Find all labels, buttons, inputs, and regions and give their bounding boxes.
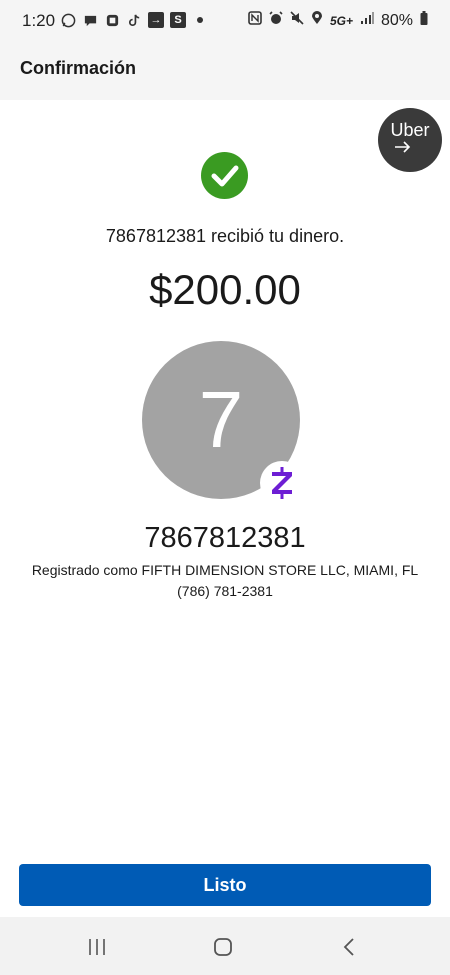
back-icon[interactable] — [334, 933, 364, 961]
status-bar: 1:20 → S 5G+ 80% — [0, 0, 450, 42]
zelle-icon — [260, 461, 304, 505]
recent-apps-icon[interactable] — [82, 933, 112, 961]
recipient-name: 7867812381 — [144, 522, 306, 554]
tiktok-icon — [126, 12, 142, 28]
home-icon[interactable] — [208, 933, 238, 961]
whatsapp-icon — [60, 12, 76, 28]
amount-sent: $200.00 — [149, 266, 301, 313]
mute-icon — [290, 11, 304, 30]
page-title: Confirmación — [20, 58, 137, 78]
s-box-icon: S — [170, 12, 186, 28]
dot-icon — [192, 12, 208, 28]
chat-icon — [82, 12, 98, 28]
signal-icon — [360, 11, 374, 30]
uber-button[interactable]: Uber — [378, 108, 442, 172]
recipient-phone: (786) 781-2381 — [177, 583, 273, 599]
battery-icon — [420, 11, 428, 30]
status-right: 5G+ 80% — [248, 11, 428, 30]
done-button[interactable]: Listo — [19, 864, 431, 906]
bank-icon — [104, 12, 120, 28]
confirmation-message: 7867812381 recibió tu dinero. — [105, 226, 345, 246]
uber-label: Uber — [390, 120, 430, 140]
status-time: 1:20 — [22, 11, 56, 30]
forward-box-icon: → — [148, 12, 164, 28]
battery-label: 80% — [380, 11, 413, 29]
location-icon — [311, 11, 323, 30]
system-navbar — [0, 917, 450, 975]
notification-icons: → S — [60, 12, 208, 28]
success-check-icon — [201, 152, 248, 199]
alarm-icon — [269, 11, 283, 30]
arrow-right-icon — [394, 139, 412, 157]
nfc-icon — [248, 11, 262, 30]
network-label: 5G+ — [329, 13, 353, 28]
header: Confirmación — [0, 42, 450, 100]
registered-as: Registrado como FIFTH DIMENSION STORE LL… — [31, 562, 419, 578]
avatar-initial: 7 — [198, 375, 244, 464]
